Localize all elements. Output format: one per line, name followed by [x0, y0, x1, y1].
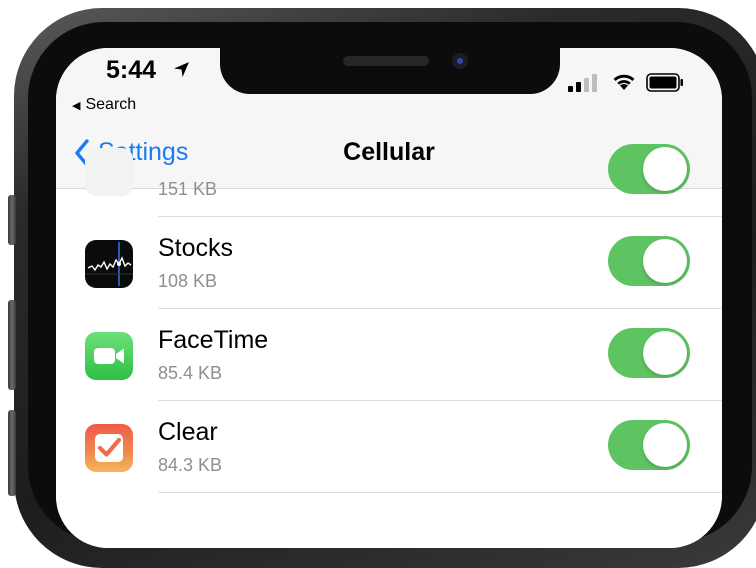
clear-icon [85, 424, 133, 472]
back-app-label: Search [85, 96, 137, 113]
wifi-icon [613, 74, 635, 90]
row-separator [158, 492, 722, 493]
volume-down-button [8, 410, 16, 496]
status-time: 5:44 [106, 56, 157, 84]
facetime-icon [85, 332, 133, 380]
cellular-toggle[interactable] [608, 144, 690, 194]
front-camera [452, 53, 468, 69]
app-name: FaceTime [158, 326, 269, 354]
list-item-facetime: FaceTime 85.4 KB [56, 309, 722, 401]
mute-switch [8, 195, 16, 245]
toggle-knob [643, 239, 687, 283]
partial-app-icon [85, 148, 133, 196]
app-data-usage: 108 KB [158, 271, 218, 291]
app-cellular-list: 151 KB Stocks 108 KB FaceTime 85.4 KB Cl… [56, 144, 722, 548]
toggle-knob [643, 147, 687, 191]
back-triangle-icon: ◀ [72, 99, 81, 112]
cellular-signal-icon [568, 74, 597, 92]
clear-cellular-toggle[interactable] [608, 420, 690, 470]
app-data-usage: 85.4 KB [158, 363, 223, 383]
list-item-stocks: Stocks 108 KB [56, 217, 722, 309]
back-to-app-link[interactable]: ◀ Search [72, 96, 136, 114]
app-name: Stocks [158, 234, 234, 262]
battery-icon [646, 73, 683, 92]
earpiece-speaker [343, 56, 429, 66]
stocks-icon [85, 240, 133, 288]
volume-up-button [8, 300, 16, 390]
stocks-cellular-toggle[interactable] [608, 236, 690, 286]
toggle-knob [643, 423, 687, 467]
app-data-usage: 151 KB [158, 179, 218, 199]
app-name: Clear [158, 418, 218, 446]
facetime-cellular-toggle[interactable] [608, 328, 690, 378]
list-item: 151 KB [56, 125, 722, 217]
phone-screen: 5:44 ◀ Search Settings Cellular 151 KB S… [56, 48, 722, 548]
app-data-usage: 84.3 KB [158, 455, 223, 475]
notch [220, 48, 560, 94]
location-arrow-icon [174, 62, 189, 77]
list-item-clear: Clear 84.3 KB [56, 401, 722, 493]
toggle-knob [643, 331, 687, 375]
